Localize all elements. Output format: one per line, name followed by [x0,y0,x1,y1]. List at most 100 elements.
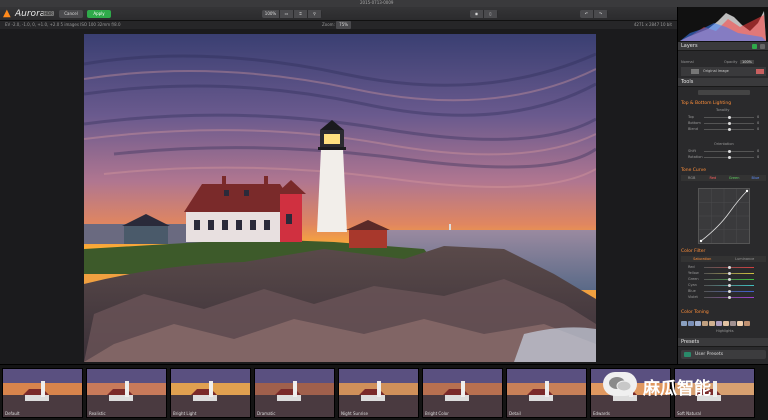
swatch[interactable] [744,321,750,326]
info-bar: EV -2.0, -1.0, 0, +1.0, +2.0 5 images IS… [0,21,677,29]
layers-header[interactable]: Layers [678,42,768,51]
blend-slider[interactable] [704,128,754,131]
tools-header[interactable]: Tools [678,78,768,87]
layer-row[interactable]: Original Image [681,67,766,76]
top-bottom-lighting-title[interactable]: Top & Bottom Lighting [681,101,731,106]
zoom-100-button[interactable]: 100% [262,10,280,18]
thumbnail-label: Realistic [89,411,106,416]
apply-button[interactable]: Apply [87,10,111,18]
red-slider[interactable] [704,266,754,269]
zoom-label: Zoom: [322,22,335,27]
add-layer-icon[interactable] [752,44,757,49]
preset-thumbnail[interactable]: Detail [506,368,587,418]
image-canvas[interactable] [0,29,677,364]
slider-label: Yellow [688,271,699,275]
app-badge: HDR [43,11,54,16]
opacity-label: Opacity [724,60,738,64]
presets-dropdown-label: User Presets [695,352,724,357]
swatch[interactable] [716,321,722,326]
slider-label: Bottom [688,121,701,125]
preset-thumbnail[interactable]: Night Sunrise [338,368,419,418]
layer-menu-icon[interactable] [760,44,765,49]
app-logo: ▲ Aurora HDR [3,8,55,20]
slider-label: Top [688,115,694,119]
preset-icon [684,352,691,357]
tab-rgb[interactable]: RGB [681,175,702,181]
slider-value: 0 [757,115,760,119]
orientation-label: Orientation [714,142,734,146]
app-window: 2015-0713-0009 ▲ Aurora HDR Cancel Apply… [0,0,768,420]
wechat-logo-icon [603,372,637,396]
opacity-value[interactable]: 100% [740,60,755,64]
swatch[interactable] [730,321,736,326]
presets-dropdown[interactable]: User Presets [681,350,766,359]
crop-icon[interactable]: ⌗ [294,10,308,18]
lighthouse-photo [84,34,596,362]
histogram-graph [680,11,766,41]
color-filter-title[interactable]: Color Filter [681,249,705,254]
undo-icon[interactable]: ↶ [580,10,594,18]
violet-slider[interactable] [704,296,754,299]
app-name: Aurora [15,9,46,19]
eye-icon[interactable]: ◉ [470,10,484,18]
slider-value: 0 [757,149,760,153]
tab-saturation[interactable]: Saturation [681,256,724,262]
history-controls: ↶ ↷ [580,10,608,18]
window-title: 2015-0713-0009 [360,0,394,5]
preset-thumbnail[interactable]: Bright Color [422,368,503,418]
preset-thumbnail[interactable]: Default [2,368,83,418]
zoom-select[interactable]: 75% [336,21,352,29]
redo-icon[interactable]: ↷ [594,10,608,18]
thumbnail-label: Night Sunrise [341,411,368,416]
split-icon[interactable]: ▯ [484,10,498,18]
cancel-button[interactable]: Cancel [59,10,83,18]
search-icon[interactable]: ⚲ [308,10,322,18]
swatch[interactable] [695,321,701,326]
color-toning-title[interactable]: Color Toning [681,310,709,315]
thumbnail-label: Bright Light [173,411,197,416]
swatch[interactable] [709,321,715,326]
shift-slider[interactable] [704,150,754,153]
blue-slider[interactable] [704,290,754,293]
color-filter-tabs: Saturation Luminance [681,256,766,262]
zoom-control: Zoom: 75% [322,21,352,29]
rotation-slider[interactable] [704,156,754,159]
tab-blue[interactable]: Blue [745,175,766,181]
swatch[interactable] [681,321,687,326]
green-slider[interactable] [704,278,754,281]
tab-green[interactable]: Green [724,175,745,181]
blend-mode-select[interactable]: Normal [681,60,694,64]
preset-thumbnail[interactable]: Realistic [86,368,167,418]
preset-thumbnail[interactable]: Bright Light [170,368,251,418]
swatch[interactable] [702,321,708,326]
bottom-slider[interactable] [704,122,754,125]
presets-title: Presets [681,339,700,345]
thumbnail-label: Edwards [593,411,610,416]
swatch[interactable] [688,321,694,326]
top-slider[interactable] [704,116,754,119]
slider-value: 0 [757,155,760,159]
toning-swatches [681,321,750,326]
aurora-logo-icon: ▲ [3,8,11,19]
layers-title: Layers [681,43,698,49]
thumbnail-label: Soft Natural [677,411,701,416]
slider-label: Blue [688,289,696,293]
tab-luminance[interactable]: Luminance [724,256,767,262]
tone-curve-graph[interactable] [698,188,750,244]
slider-label: Violet [688,295,698,299]
presets-header[interactable]: Presets [678,338,768,347]
tab-red[interactable]: Red [702,175,723,181]
swatch[interactable] [723,321,729,326]
cyan-slider[interactable] [704,284,754,287]
thumbnail-label: Bright Color [425,411,449,416]
swatch[interactable] [737,321,743,326]
yellow-slider[interactable] [704,272,754,275]
highlights-label: Highlights [716,329,734,333]
tools-search-field[interactable] [698,90,750,95]
compare-icon[interactable]: ▭ [280,10,294,18]
hdr-photo[interactable] [84,34,596,362]
tone-curve-line [699,189,749,243]
preset-thumbnail[interactable]: Dramatic [254,368,335,418]
thumbnail-label: Dramatic [257,411,276,416]
tone-curve-title[interactable]: Tone Curve [681,168,706,173]
